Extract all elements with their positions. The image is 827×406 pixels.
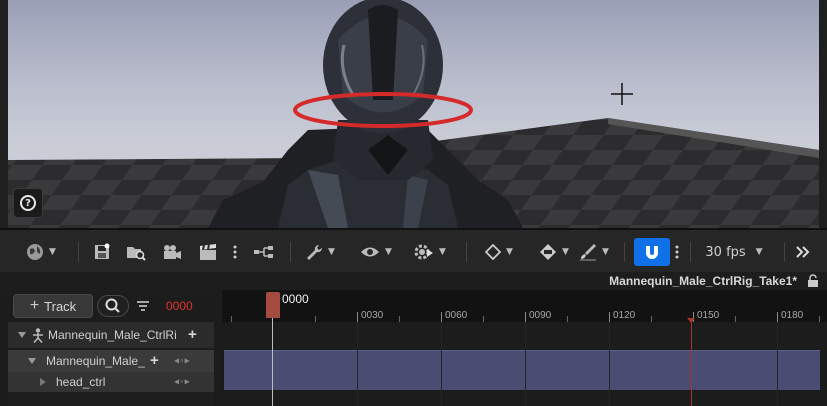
- render-movie-button[interactable]: [196, 238, 220, 266]
- hierarchy-icon: [254, 246, 273, 258]
- sequence-name[interactable]: Mannequin_Male_CtrlRig_Take1*: [609, 274, 797, 288]
- chevrons-right-icon: [796, 246, 810, 258]
- lock-icon[interactable]: [807, 274, 819, 287]
- playhead-line: [272, 318, 273, 406]
- more-icon: [233, 245, 237, 259]
- snap-options-button[interactable]: [672, 238, 682, 266]
- add-track-button[interactable]: + Track: [13, 294, 93, 318]
- plus-icon: +: [29, 297, 40, 314]
- save-button[interactable]: [92, 238, 112, 266]
- track-label: Mannequin_Male_CtrlRi: [48, 328, 177, 342]
- camera-icon: [164, 245, 181, 259]
- gear-icon: [414, 244, 434, 260]
- viewport-scene: [8, 0, 819, 228]
- playback-end-handle[interactable]: [687, 318, 695, 323]
- add-subtrack-icon[interactable]: +: [188, 326, 197, 343]
- auto-key-button[interactable]: ▼: [533, 238, 575, 266]
- tick-label: 0090: [529, 310, 552, 321]
- search-button[interactable]: [97, 295, 129, 317]
- view-options-button[interactable]: ▼: [355, 238, 397, 266]
- snap-toggle-button[interactable]: [634, 238, 670, 266]
- track-row-control-rig[interactable]: Mannequin_Male_ + ◂◦▸: [8, 350, 214, 372]
- hierarchy-button[interactable]: [252, 238, 276, 266]
- paint-mode-button[interactable]: ▼: [573, 238, 615, 266]
- clapper-icon: [200, 244, 216, 260]
- browse-icon: [127, 247, 146, 261]
- track-label: head_ctrl: [56, 375, 106, 389]
- wrench-icon: [307, 244, 323, 260]
- browse-button[interactable]: [124, 238, 148, 266]
- eye-icon: [361, 247, 380, 257]
- search-icon: [105, 298, 120, 313]
- current-frame-readout[interactable]: 0000: [166, 299, 193, 313]
- tools-menu-button[interactable]: ▼: [300, 238, 340, 266]
- more-icon: [675, 245, 679, 259]
- tick-label: 0180: [781, 310, 804, 321]
- track-label: Mannequin_Male_: [46, 354, 145, 368]
- control-rig-section[interactable]: [224, 350, 820, 390]
- sequence-breadcrumb-bar: Mannequin_Male_CtrlRig_Take1*: [0, 272, 827, 290]
- time-ruler[interactable]: 0030 0060 0090 0120 0150 0180: [222, 290, 827, 322]
- playhead-frame-label: 0000: [282, 292, 309, 306]
- sequencer-editor: ? ▼ ▼ ▼ ▼ ▼ ▼ ▼ 30 fps ▼ Mannequin_Male_…: [0, 0, 827, 406]
- add-track-label: Track: [44, 298, 77, 314]
- save-icon: [95, 243, 110, 259]
- add-subtrack-icon[interactable]: +: [150, 352, 159, 369]
- expand-arrow-icon[interactable]: [18, 332, 26, 338]
- world-menu-button[interactable]: ▼: [22, 238, 60, 266]
- key-navigation-icons[interactable]: ◂◦▸: [174, 377, 191, 388]
- playback-options-button[interactable]: ▼: [410, 238, 450, 266]
- camera-button[interactable]: [160, 238, 184, 266]
- tick-label: 0060: [445, 310, 468, 321]
- help-button[interactable]: ?: [13, 188, 43, 218]
- track-row-actor[interactable]: Mannequin_Male_CtrlRi +: [8, 322, 214, 348]
- sequencer-toolbar: ▼ ▼ ▼ ▼ ▼ ▼ ▼ 30 fps ▼: [0, 228, 827, 272]
- playback-end-marker[interactable]: [691, 318, 692, 406]
- overflow-menu-button[interactable]: [792, 238, 814, 266]
- track-row-head-ctrl[interactable]: head_ctrl ◂◦▸: [8, 372, 214, 392]
- magnet-icon: [646, 246, 658, 259]
- tick-label: 0120: [613, 310, 636, 321]
- key-diamond-icon: [485, 244, 502, 260]
- key-fill-icon: [540, 244, 557, 260]
- tick-label: 0150: [697, 310, 720, 321]
- playhead-handle[interactable]: [266, 292, 280, 318]
- paint-icon: [580, 244, 597, 261]
- expand-arrow-icon[interactable]: [28, 358, 36, 364]
- frame-rate-label: 30 fps: [705, 244, 746, 260]
- key-navigation-icons[interactable]: ◂◦▸: [174, 356, 191, 367]
- more-options-button[interactable]: [230, 238, 240, 266]
- question-circle-icon: ?: [20, 195, 36, 211]
- tick-label: 0030: [361, 310, 384, 321]
- skeleton-icon: [33, 328, 43, 343]
- viewport-left-border: [0, 0, 8, 228]
- globe-icon: [27, 244, 44, 260]
- track-row-empty: [8, 392, 214, 406]
- level-viewport[interactable]: ?: [8, 0, 819, 228]
- expand-arrow-icon[interactable]: [40, 378, 46, 386]
- timeline-area[interactable]: 0030 0060 0090 0120 0150 0180 0000: [222, 290, 827, 406]
- frame-rate-dropdown[interactable]: 30 fps ▼: [700, 238, 768, 266]
- filter-icon[interactable]: [136, 299, 150, 313]
- viewport-right-border: [819, 0, 827, 228]
- key-interpolation-button[interactable]: ▼: [478, 238, 520, 266]
